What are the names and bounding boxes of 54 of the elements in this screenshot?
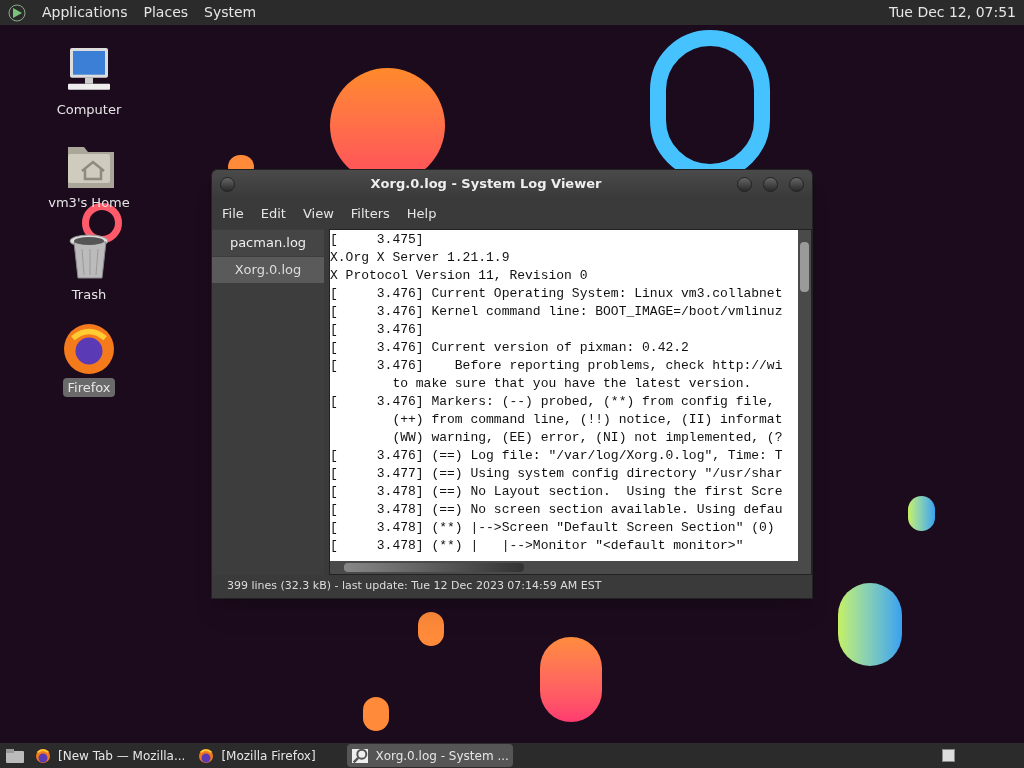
firefox-icon (62, 321, 116, 376)
log-line: (WW) warning, (EE) error, (NI) not implemented, (? (391, 429, 784, 447)
log-line: [ 3.476] Before reporting problems, check http://wi (330, 357, 784, 375)
window-control-button[interactable] (789, 176, 804, 192)
log-line: (++) from command line, (!!) notice, (II) informat (391, 411, 784, 429)
taskbar-button[interactable]: [New Tab — Mozilla... (30, 744, 190, 767)
menu-item[interactable]: File (222, 203, 244, 224)
menu-item[interactable]: Help (406, 203, 437, 224)
taskbar-button[interactable]: Xorg.0.log - System ... (347, 744, 513, 767)
menu-item[interactable]: View (302, 203, 334, 224)
status-text: 399 lines (32.3 kB) - last update: Tue 12 Dec 2023 07:14:59 AM EST (226, 578, 603, 595)
log-line: to make sure that you have the latest version. (391, 375, 753, 393)
log-line: [ 3.478] (==) No screen section available. Using defau (330, 501, 784, 519)
log-list-item[interactable]: Xorg.0.log (212, 257, 324, 283)
firefox-icon (197, 746, 216, 765)
log-line: [ 3.476] Current version of pixman: 0.42.2 (330, 339, 690, 357)
menu-item[interactable]: Filters (350, 203, 390, 224)
window-control-button[interactable] (220, 176, 235, 192)
log-line: [ 3.477] (==) Using system config directory "/usr/shar (330, 465, 784, 483)
panel-menu[interactable]: Applications (42, 2, 128, 23)
workspace-switcher[interactable] (942, 749, 955, 762)
panel-menu[interactable]: Places (143, 2, 189, 23)
log-line: X Protocol Version 11, Revision 0 (330, 267, 589, 285)
desktop-icon-label[interactable]: Firefox (63, 377, 115, 397)
vertical-scrollbar[interactable] (798, 230, 811, 561)
log-line: [ 3.476] (==) Log file: "/var/log/Xorg.0.log", Time: T (330, 447, 784, 465)
desktop-icon-label[interactable]: vm3's Home (44, 192, 134, 212)
window-control-button[interactable] (763, 176, 778, 192)
log-line: [ 3.476] Current Operating System: Linux vm3.collabnet (330, 285, 784, 303)
desktop-icon-label[interactable]: Trash (67, 285, 111, 305)
log-line: [ 3.478] (==) No Layout section. Using the first Scre (330, 483, 784, 501)
log-list-item[interactable]: pacman.log (212, 230, 324, 256)
menu-item[interactable]: Edit (260, 203, 286, 224)
panel-logo-icon (8, 3, 26, 22)
taskbar-button[interactable]: [Mozilla Firefox] (193, 744, 344, 767)
log-line: [ 3.478] (**) | |-->Monitor "<default monitor>" (330, 537, 745, 555)
panel-menu[interactable]: System (204, 2, 257, 23)
clock: Tue Dec 12, 07:51 (889, 3, 1016, 22)
magnifier-icon (351, 746, 370, 765)
firefox-icon (34, 746, 52, 765)
decorative-orb (418, 612, 444, 646)
desktop-folder-icon (4, 746, 26, 765)
log-line: [ 3.476] (330, 321, 425, 339)
log-line: [ 3.475] (330, 231, 425, 249)
log-line: [ 3.478] (**) |-->Screen "Default Screen Section" (0) (330, 519, 776, 537)
decorative-orb (908, 496, 935, 531)
horizontal-scrollbar[interactable] (330, 561, 811, 574)
log-line: [ 3.476] Kernel command line: BOOT_IMAGE=/boot/vmlinuz (330, 303, 784, 321)
log-line: X.Org X Server 1.21.1.9 (330, 249, 511, 267)
log-line: [ 3.476] Markers: (--) probed, (**) from config file, (330, 393, 776, 411)
window-title: Xorg.0.log - System Log Viewer (369, 175, 603, 194)
window-control-button[interactable] (737, 176, 752, 192)
decorative-orb (363, 697, 389, 731)
desktop-icon-label[interactable]: Computer (52, 100, 126, 120)
